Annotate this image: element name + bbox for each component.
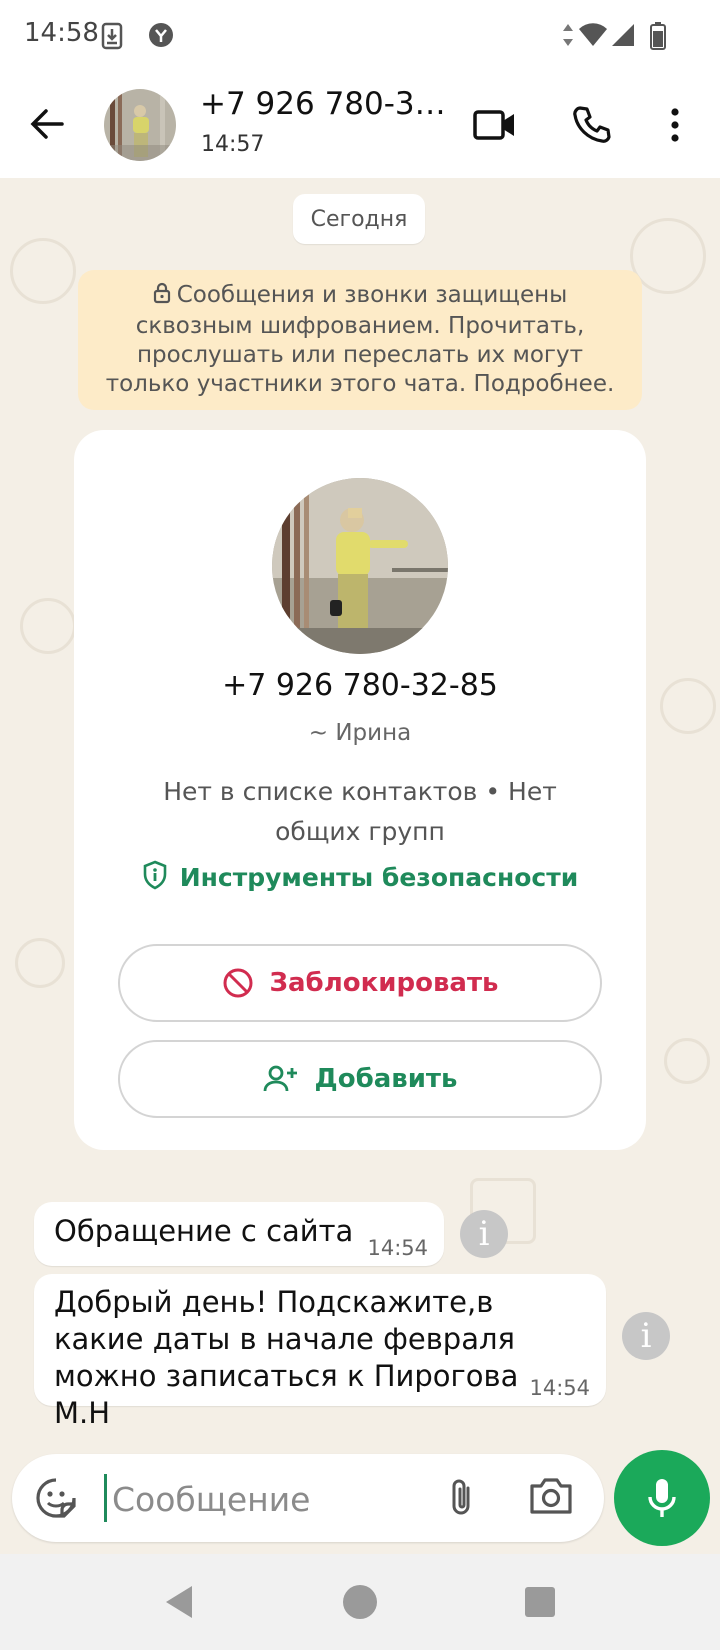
- back-arrow-icon[interactable]: [26, 102, 70, 146]
- mic-button[interactable]: [614, 1450, 710, 1546]
- last-seen-time: 14:57: [201, 132, 265, 157]
- encryption-text: Сообщения и звонки защищены сквозным шиф…: [105, 282, 615, 397]
- wallpaper-doodle: [10, 238, 76, 304]
- message-input[interactable]: [110, 1468, 414, 1530]
- nav-back-icon[interactable]: [160, 1582, 200, 1622]
- contact-info-text: Нет в списке контактов • Нет общих групп: [163, 777, 557, 846]
- mic-icon: [646, 1477, 678, 1519]
- block-icon: [222, 967, 270, 999]
- camera-icon[interactable]: [528, 1476, 576, 1520]
- shield-icon: [142, 860, 168, 896]
- app-notification-icon: [148, 22, 174, 52]
- message-time: 14:54: [367, 1236, 428, 1260]
- wallpaper-doodle: [664, 1038, 710, 1084]
- info-icon[interactable]: i: [622, 1312, 670, 1360]
- add-person-icon: [263, 1064, 315, 1094]
- video-call-icon[interactable]: [470, 100, 520, 150]
- contact-avatar[interactable]: [104, 89, 176, 161]
- data-arrows-icon: [562, 22, 574, 52]
- signal-icon: [610, 22, 636, 52]
- wallpaper-doodle: [15, 938, 65, 988]
- add-label: Добавить: [314, 1064, 458, 1094]
- date-chip: Сегодня: [293, 194, 425, 244]
- message-bubble[interactable]: Обращение с сайта 14:54: [34, 1202, 444, 1266]
- system-navigation-bar: [0, 1554, 720, 1650]
- add-contact-button[interactable]: Добавить: [118, 1040, 602, 1118]
- encryption-notice[interactable]: Сообщения и звонки защищены сквозным шиф…: [78, 270, 642, 410]
- text-caret: [104, 1474, 107, 1522]
- contact-card: +7 926 780-32-85 ~ Ирина Нет в списке ко…: [74, 430, 646, 1150]
- contact-title[interactable]: +7 926 780-32-85: [200, 86, 450, 122]
- message-text: Добрый день! Подскажите,в какие даты в н…: [54, 1285, 519, 1430]
- wallpaper-doodle: [20, 598, 76, 654]
- block-button[interactable]: Заблокировать: [118, 944, 602, 1022]
- message-text: Обращение с сайта: [54, 1214, 354, 1248]
- contact-push-name: ~ Ирина: [308, 720, 412, 746]
- wifi-icon: [578, 22, 608, 52]
- status-bar: 14:58: [0, 0, 720, 74]
- lock-icon: [153, 282, 171, 312]
- emoji-sticker-icon[interactable]: [34, 1476, 78, 1520]
- phone-icon[interactable]: [566, 100, 616, 150]
- message-bubble[interactable]: Добрый день! Подскажите,в какие даты в н…: [34, 1274, 606, 1430]
- chat-header: +7 926 780-32-85 14:57: [0, 74, 720, 178]
- status-time: 14:58: [24, 18, 99, 48]
- block-label: Заблокировать: [269, 968, 499, 998]
- contact-phone-number: +7 926 780-32-85: [222, 668, 498, 703]
- whatsapp-chat-screen: 14:58 +7 926 780-32- 14:57 Сегодня Сообщ…: [0, 0, 720, 1650]
- message-time: 14:54: [529, 1376, 590, 1400]
- chat-area[interactable]: Сегодня Сообщения и звонки защищены скво…: [0, 178, 720, 1454]
- nav-home-icon[interactable]: [340, 1582, 380, 1622]
- wallpaper-doodle: [660, 678, 716, 734]
- info-icon[interactable]: i: [460, 1210, 508, 1258]
- nav-recents-icon[interactable]: [520, 1582, 560, 1622]
- attach-icon[interactable]: [440, 1476, 484, 1520]
- more-vert-icon[interactable]: [650, 100, 700, 150]
- download-icon: [100, 22, 124, 54]
- battery-icon: [650, 22, 666, 54]
- contact-profile-photo[interactable]: [272, 478, 448, 654]
- safety-tools-label: Инструменты безопасности: [179, 863, 579, 892]
- message-composer: [12, 1454, 604, 1542]
- safety-tools-link[interactable]: Инструменты безопасности: [74, 860, 646, 896]
